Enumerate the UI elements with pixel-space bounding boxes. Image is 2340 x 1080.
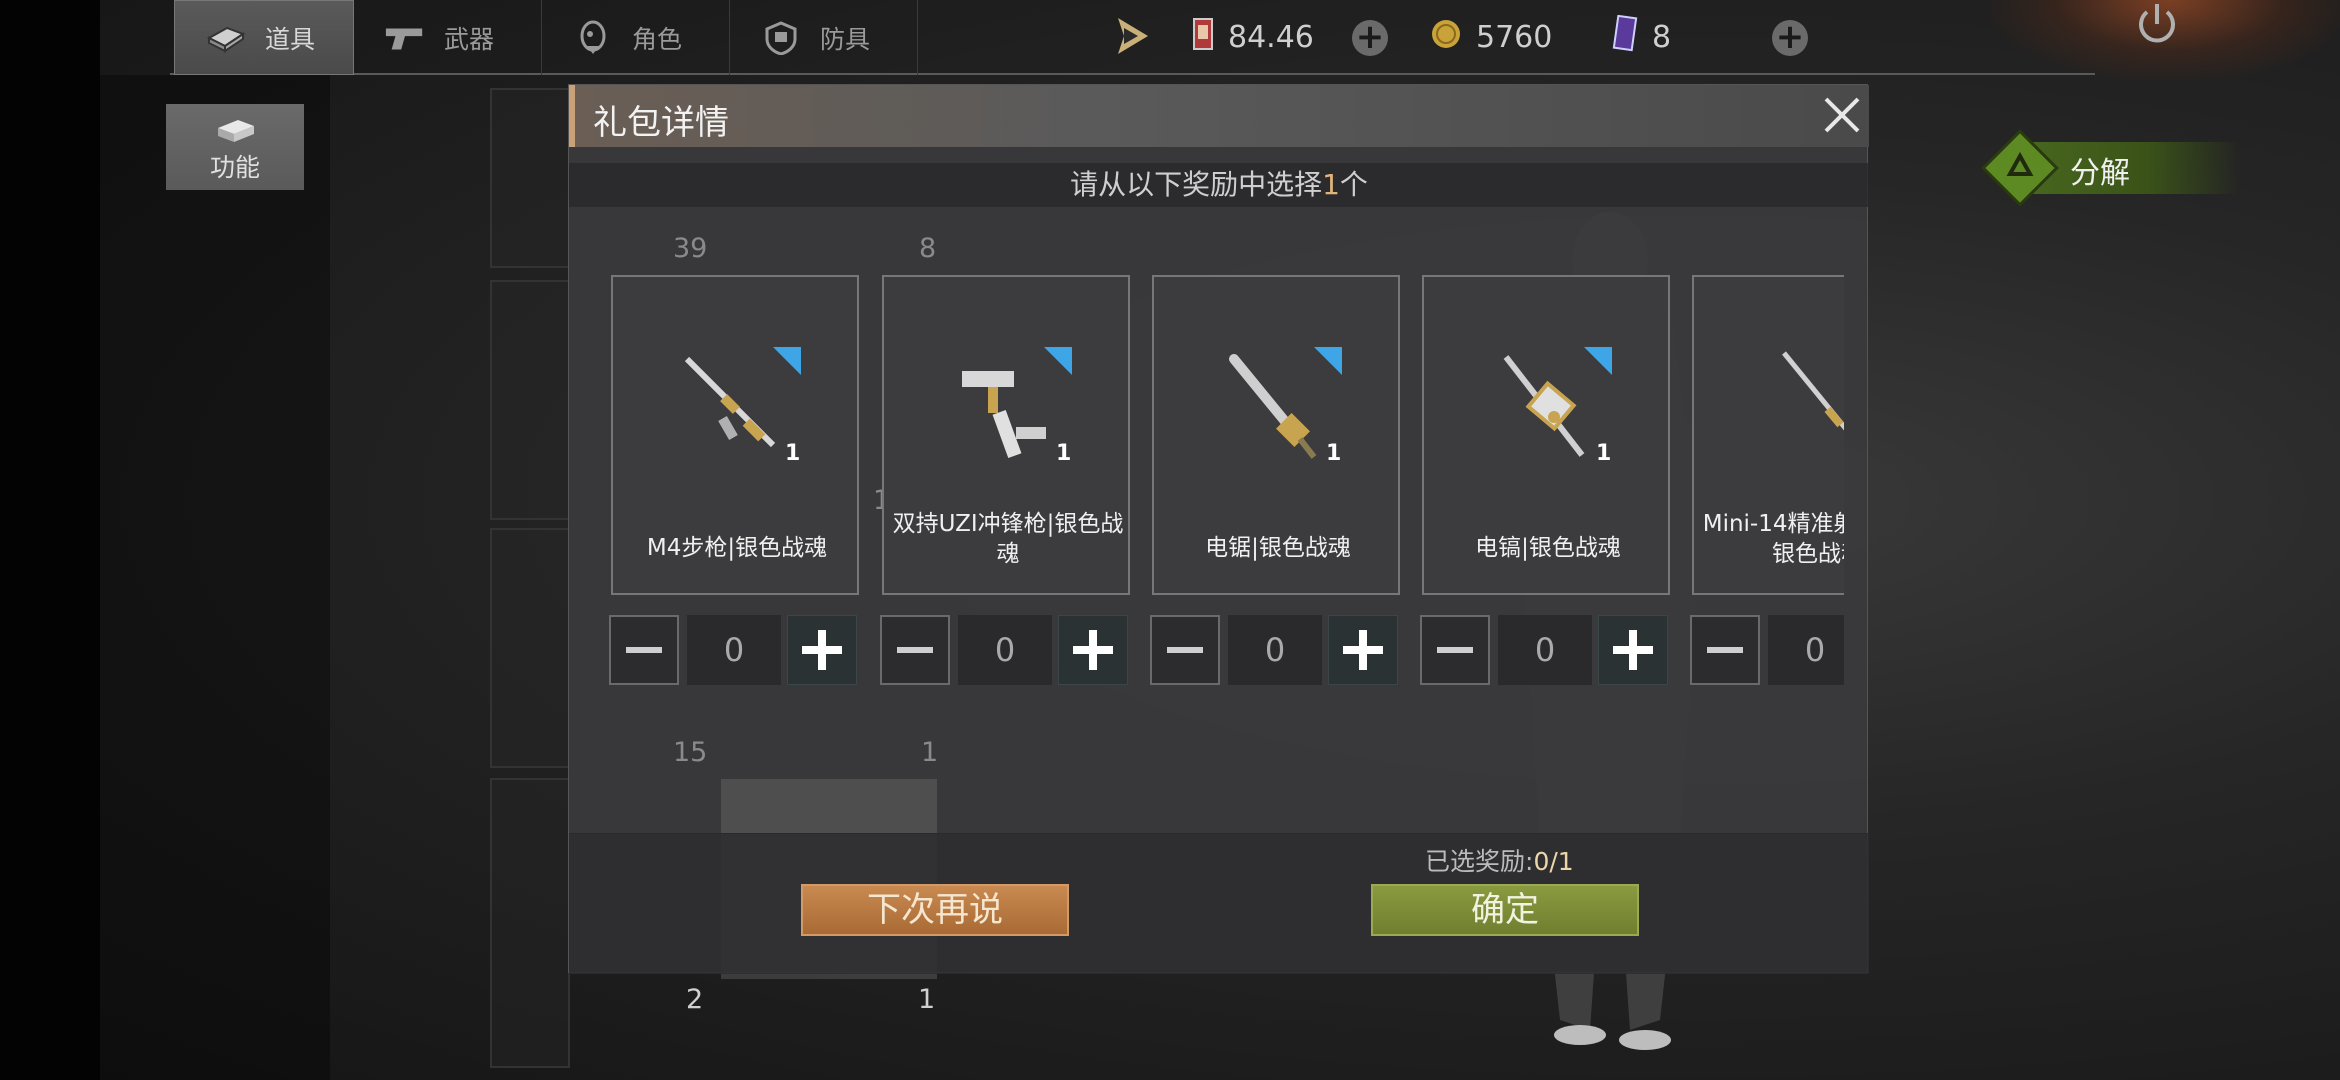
reward-quantity: 1	[1596, 441, 1612, 466]
subtitle-prefix: 请从以下奖励中选择	[1070, 168, 1323, 201]
reward-name: 双持UZI冲锋枪|银色战魂	[892, 511, 1124, 567]
energy-currency: 84.46	[1192, 0, 1314, 75]
tab-weapons[interactable]: 武器	[354, 0, 542, 75]
tab-character[interactable]: 角色	[542, 0, 730, 75]
inventory-count: 2	[686, 984, 704, 1015]
add-card-button[interactable]: +	[1772, 20, 1808, 56]
dialog-header: 礼包详情	[569, 85, 1869, 147]
quantity-value: 0	[958, 615, 1052, 685]
quantity-stepper: 0	[880, 615, 1130, 685]
add-energy-button[interactable]: +	[1352, 20, 1388, 56]
increase-button[interactable]	[1328, 615, 1398, 685]
rarity-corner	[1584, 347, 1612, 375]
gold-currency: 5760	[1430, 0, 1552, 75]
gift-pack-dialog: 礼包详情 请从以下奖励中选择1个 39 8 4 1808 15 1 1 M4步枪…	[568, 84, 1869, 979]
function-icon	[214, 118, 258, 150]
power-icon[interactable]	[2135, 0, 2179, 48]
quantity-value: 0	[687, 615, 781, 685]
reward-name: 电锯|银色战魂	[1205, 535, 1351, 561]
tab-label: 武器	[444, 24, 495, 54]
play-icon[interactable]	[1110, 14, 1154, 58]
increase-button[interactable]	[787, 615, 857, 685]
pistol-icon	[384, 22, 426, 54]
energy-value: 84.46	[1228, 20, 1314, 55]
decompose-label: 分解	[2070, 156, 2130, 191]
quantity-value: 0	[1498, 615, 1592, 685]
decrease-button[interactable]	[1150, 615, 1220, 685]
close-icon[interactable]	[1820, 93, 1864, 137]
selected-value: 0/1	[1533, 847, 1574, 876]
left-dark-edge	[0, 0, 100, 1080]
dialog-title: 礼包详情	[593, 103, 729, 143]
reward-quantity: 1	[785, 441, 801, 466]
gold-value: 5760	[1476, 20, 1553, 55]
card-icon	[1612, 14, 1638, 61]
reward-card-uzi[interactable]: 1 双持UZI冲锋枪|银色战魂	[882, 275, 1130, 595]
dialog-footer: 已选奖励:0/1 下次再说 确定	[569, 833, 1869, 974]
later-button[interactable]: 下次再说	[801, 884, 1069, 936]
card-value: 8	[1652, 20, 1672, 55]
tab-label: 道具	[265, 24, 316, 54]
decrease-button[interactable]	[609, 615, 679, 685]
inventory-slot[interactable]	[490, 280, 570, 520]
subtitle-count: 1	[1322, 168, 1340, 201]
decrease-button[interactable]	[880, 615, 950, 685]
recycle-icon	[1980, 128, 2060, 208]
left-column-shade	[100, 75, 330, 1080]
tab-supplies[interactable]: 道具	[174, 0, 354, 75]
selected-label: 已选奖励:	[1425, 847, 1534, 876]
reward-name: 电镐|银色战魂	[1475, 535, 1621, 561]
quantity-stepper: 0	[1690, 615, 1844, 685]
decrease-button[interactable]	[1690, 615, 1760, 685]
inventory-count: 39	[673, 233, 708, 264]
function-label: 功能	[209, 153, 260, 182]
reward-name: M4步枪|银色战魂	[646, 535, 828, 561]
inventory-count: 1	[918, 984, 936, 1015]
inventory-count: 8	[919, 233, 937, 264]
tab-label: 角色	[632, 24, 683, 54]
function-button[interactable]: 功能	[166, 104, 304, 190]
reward-name: Mini-14精准射手步枪|银色战魂	[1702, 511, 1844, 567]
quantity-value: 0	[1228, 615, 1322, 685]
quantity-stepper: 0	[1150, 615, 1400, 685]
reward-quantity: 1	[1056, 441, 1072, 466]
sniper-rifle-icon	[1782, 351, 1844, 431]
rarity-corner	[773, 347, 801, 375]
character-icon	[572, 20, 614, 54]
quantity-value: 0	[1768, 615, 1844, 685]
top-bar: 道具 武器 角色 防具 84.46 + 5760 8 +	[170, 0, 2095, 75]
subtitle-suffix: 个	[1339, 168, 1368, 201]
confirm-button[interactable]: 确定	[1371, 884, 1639, 936]
gold-coin-icon	[1430, 18, 1462, 58]
armor-icon	[760, 20, 802, 55]
energy-card-icon	[1192, 17, 1214, 59]
inventory-slot[interactable]	[490, 88, 570, 268]
decrease-button[interactable]	[1420, 615, 1490, 685]
card-currency: 8	[1612, 0, 1671, 75]
rarity-corner	[1044, 347, 1072, 375]
tab-label: 防具	[820, 24, 871, 54]
increase-button[interactable]	[1058, 615, 1128, 685]
reward-quantity: 1	[1326, 441, 1342, 466]
inventory-slot[interactable]	[490, 528, 570, 768]
supplies-icon	[205, 22, 247, 54]
rarity-corner	[1314, 347, 1342, 375]
dialog-subtitle: 请从以下奖励中选择1个	[569, 163, 1869, 207]
reward-card-mini14[interactable]: 1 Mini-14精准射手步枪|银色战魂	[1692, 275, 1844, 595]
inventory-slot[interactable]	[490, 778, 570, 1068]
reward-list: 1 M4步枪|银色战魂 0 1 双持UZI冲锋枪|银色战魂 0 1 电锯|银色战…	[609, 275, 1844, 785]
reward-card-chainsaw[interactable]: 1 电锯|银色战魂	[1152, 275, 1400, 595]
tab-armor[interactable]: 防具	[730, 0, 918, 75]
reward-card-m4[interactable]: 1 M4步枪|银色战魂	[611, 275, 859, 595]
quantity-stepper: 0	[1420, 615, 1670, 685]
increase-button[interactable]	[1598, 615, 1668, 685]
quantity-stepper: 0	[609, 615, 859, 685]
decompose-button[interactable]: 分解	[1980, 129, 2240, 207]
selected-count: 已选奖励:0/1	[1425, 842, 1574, 878]
reward-card-electric-pick[interactable]: 1 电镐|银色战魂	[1422, 275, 1670, 595]
